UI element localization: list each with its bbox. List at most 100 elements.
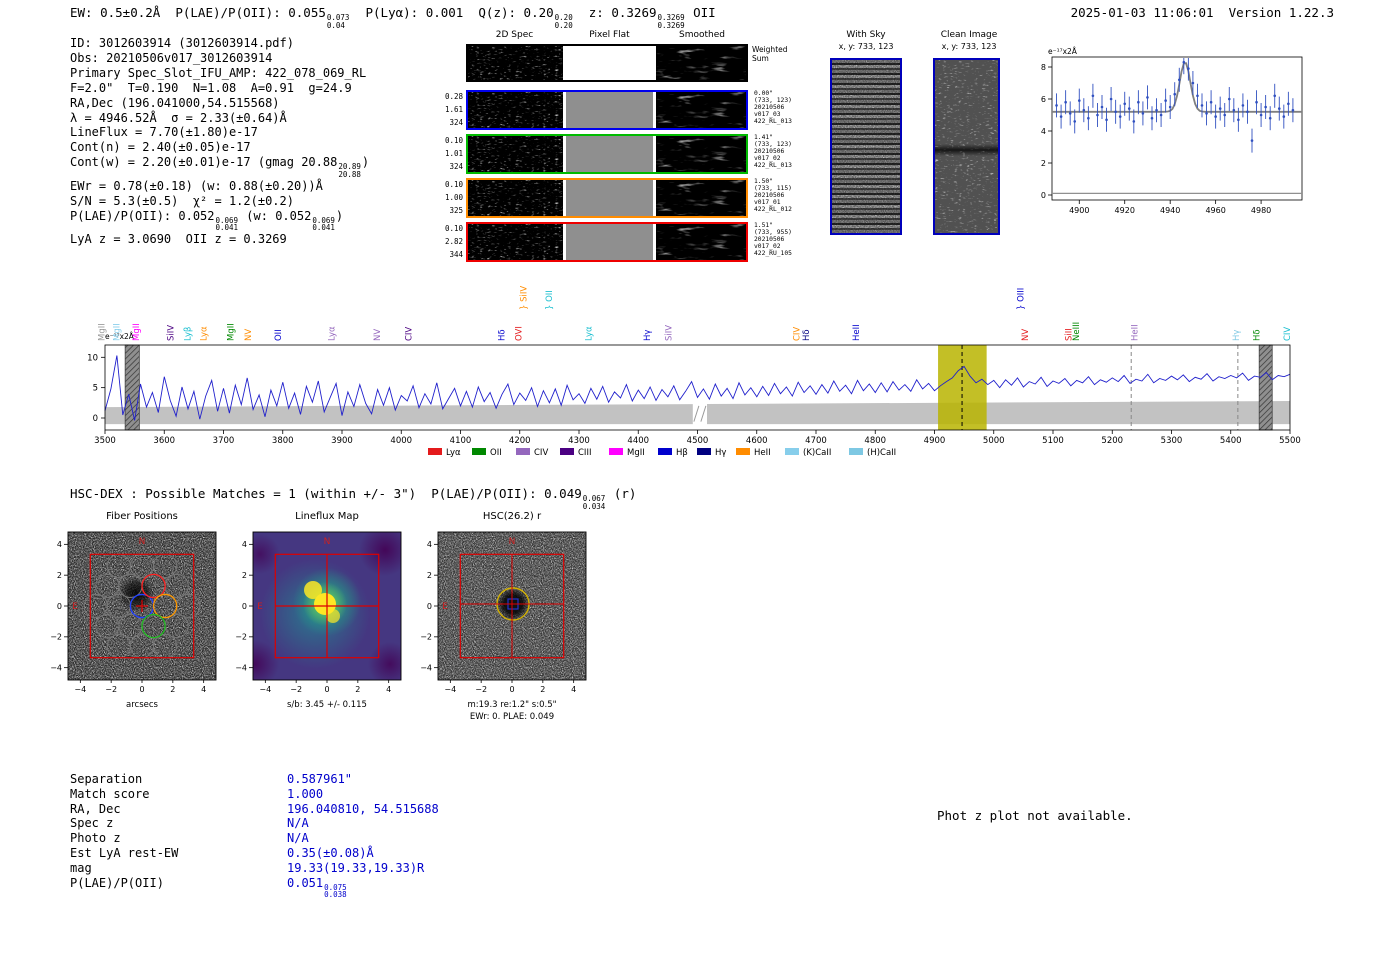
svg-text:4: 4 (242, 540, 247, 549)
with-sky-image (830, 58, 902, 235)
row-scale-labels: 0.281.61324 (440, 90, 463, 130)
spec2d-image (656, 46, 746, 80)
svg-text:−4: −4 (74, 685, 86, 694)
svg-text:3900: 3900 (331, 436, 353, 446)
svg-text:10: 10 (87, 353, 98, 363)
spec2d-image (656, 136, 746, 172)
svg-text:0: 0 (324, 685, 329, 694)
info-line: Cont(w) = 2.20(±0.01)e-17 (gmag 20.8820.… (70, 155, 369, 179)
svg-text:Lyβ: Lyβ (183, 327, 193, 341)
svg-text:E: E (72, 602, 78, 612)
svg-text:4000: 4000 (390, 436, 412, 446)
col-title-smoothed: Smoothed (656, 30, 748, 40)
pixel-flat-image (566, 92, 653, 128)
spec2d-row (466, 178, 748, 218)
svg-text:4800: 4800 (864, 436, 886, 446)
svg-text:(K)CaII: (K)CaII (803, 448, 831, 458)
svg-text:4300: 4300 (568, 436, 590, 446)
svg-text:3800: 3800 (272, 436, 294, 446)
svg-text:4900: 4900 (1069, 206, 1089, 215)
info-line: ID: 3012603914 (3012603914.pdf) (70, 36, 369, 51)
col-title-pixelflat: Pixel Flat (566, 30, 653, 40)
svg-text:3600: 3600 (153, 436, 175, 446)
with-sky-coords: x, y: 733, 123 (820, 42, 912, 51)
svg-text:−4: −4 (259, 685, 271, 694)
pixel-flat-image (566, 136, 653, 172)
svg-text:CIV: CIV (1283, 327, 1293, 341)
svg-text:OII: OII (490, 448, 502, 458)
report-datetime: 2025-01-03 11:06:01 (1071, 5, 1214, 20)
svg-text:−2: −2 (50, 633, 62, 642)
svg-text:−2: −2 (105, 685, 117, 694)
svg-text:−4: −4 (235, 663, 247, 672)
svg-text:5000: 5000 (983, 436, 1005, 446)
fiber-xlabel: arcsecs (42, 700, 242, 710)
svg-text:4980: 4980 (1251, 206, 1271, 215)
svg-text:5300: 5300 (1161, 436, 1183, 446)
lineflux-map-title: Lineflux Map (227, 511, 427, 522)
svg-text:4900: 4900 (924, 436, 946, 446)
spec2d-image (468, 136, 563, 172)
svg-text:NV: NV (1021, 329, 1031, 341)
hsc-caption: m:19.3 re:1.2" s:0.5" (412, 700, 612, 710)
pixel-flat-image (566, 224, 653, 260)
fiber-positions-title: Fiber Positions (42, 511, 242, 522)
svg-text:5: 5 (93, 384, 98, 394)
full-spectrum-chart: 0510350036003700380039004000410042004300… (80, 268, 1330, 473)
svg-text:8: 8 (1041, 63, 1046, 72)
svg-text:MgII: MgII (132, 323, 142, 341)
info-line: Cont(n) = 2.40(±0.05)e-17 (70, 140, 369, 155)
match-table-row: Photo zN/A (70, 831, 439, 846)
svg-text:4940: 4940 (1160, 206, 1180, 215)
sky-panels: With Sky x, y: 733, 123 Clean Image x, y… (820, 30, 1020, 260)
svg-text:N: N (509, 537, 516, 547)
svg-text:4200: 4200 (509, 436, 531, 446)
svg-text:0: 0 (242, 602, 247, 611)
info-line: Obs: 20210506v017_3012603914 (70, 51, 369, 66)
svg-text:5100: 5100 (1042, 436, 1064, 446)
svg-text:4: 4 (201, 685, 206, 694)
sky-noise-overlay (832, 60, 900, 233)
lineflux-map-cutout: NE420−2−4−4−2024 (215, 524, 415, 704)
svg-text:4: 4 (1041, 127, 1046, 136)
svg-text:SiIV: SiIV (166, 325, 176, 341)
row-scale-labels: 0.101.00325 (440, 178, 463, 218)
svg-text:2: 2 (427, 571, 432, 580)
svg-text:5500: 5500 (1279, 436, 1301, 446)
spec2d-image (468, 92, 563, 128)
svg-text:Hδ: Hδ (802, 329, 812, 341)
match-table-row: RA, Dec196.040810, 54.515688 (70, 802, 439, 817)
svg-text:E: E (257, 602, 263, 612)
svg-text:MgII: MgII (227, 323, 237, 341)
svg-text:2: 2 (170, 685, 175, 694)
info-line: LyA z = 3.0690 OII z = 0.3269 (70, 232, 369, 247)
svg-text:Hβ: Hβ (676, 448, 688, 458)
spec2d-row (466, 222, 748, 262)
svg-text:4: 4 (386, 685, 391, 694)
version-label: Version 1.22.3 (1229, 5, 1334, 20)
match-table-row: Spec zN/A (70, 816, 439, 831)
svg-text:4: 4 (57, 540, 62, 549)
timestamp: 2025-01-03 11:06:01 Version 1.22.3 (1071, 5, 1334, 20)
svg-text:4: 4 (571, 685, 576, 694)
svg-text:−4: −4 (444, 685, 456, 694)
svg-text:N: N (324, 537, 331, 547)
spec2d-row (466, 134, 748, 174)
svg-text:−4: −4 (420, 663, 432, 672)
info-line: λ = 4946.52Å σ = 2.33(±0.64)Å (70, 111, 369, 126)
detection-info-block: ID: 3012603914 (3012603914.pdf)Obs: 2021… (70, 36, 369, 247)
svg-text:} OIII: } OIII (1017, 288, 1027, 310)
photz-note: Phot z plot not available. (937, 808, 1133, 823)
spec2d-panel: 2D Spec Pixel Flat Smoothed Weighted Sum… (440, 30, 860, 270)
fiber-positions-cutout: NE420−2−4−4−2024 (30, 524, 230, 704)
info-line: RA,Dec (196.041000,54.515568) (70, 96, 369, 111)
spec2d-row (466, 90, 748, 130)
svg-text:} OII: } OII (545, 290, 555, 310)
clean-image-title: Clean Image (923, 30, 1015, 40)
match-table-row: Match score1.000 (70, 787, 439, 802)
hsc-caption2: EWr: 0. PLAE: 0.049 (412, 712, 612, 722)
svg-text:4920: 4920 (1115, 206, 1135, 215)
svg-text:MgII: MgII (98, 323, 108, 341)
svg-text:NV: NV (244, 329, 254, 341)
info-line: EWr = 0.78(±0.18) (w: 0.88(±0.20))Å (70, 179, 369, 194)
